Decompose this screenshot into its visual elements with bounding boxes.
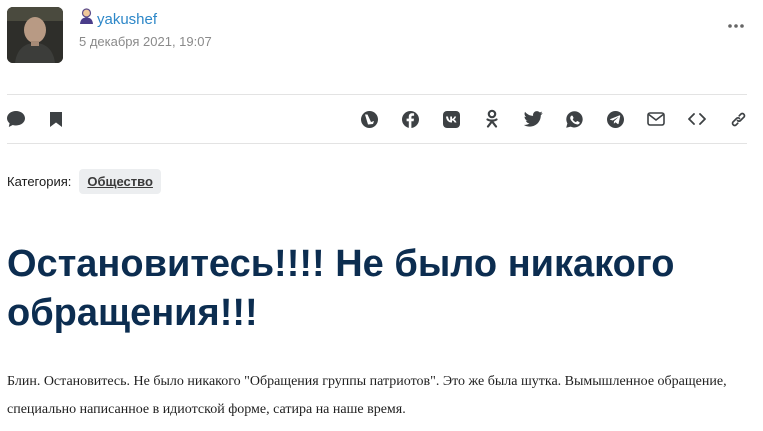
share-email-button[interactable] — [645, 108, 667, 130]
author-name[interactable]: yakushef — [97, 11, 157, 28]
bookmark-button[interactable] — [45, 108, 67, 130]
more-options-button[interactable] — [726, 14, 746, 34]
facebook-icon — [401, 110, 419, 128]
telegram-icon — [606, 110, 624, 128]
action-toolbar — [0, 100, 763, 138]
user-icon — [79, 8, 94, 30]
share-whatsapp-button[interactable] — [563, 108, 585, 130]
post-header: yakushef 5 декабря 2021, 19:07 — [0, 0, 763, 70]
comment-button[interactable] — [5, 108, 27, 130]
share-telegram-button[interactable] — [604, 108, 626, 130]
embed-button[interactable] — [686, 108, 708, 130]
post-body: Блин. Остановитесь. Не было никакого "Об… — [7, 374, 727, 417]
email-icon — [647, 112, 665, 126]
post-title: Остановитесь!!!! Не было никакого обраще… — [7, 243, 675, 334]
whatsapp-icon — [565, 110, 583, 128]
post-date: 5 декабря 2021, 19:07 — [79, 34, 212, 49]
category-label: Категория: — [7, 173, 72, 189]
share-vk-button[interactable] — [440, 108, 462, 130]
vk-icon — [442, 110, 460, 128]
avatar[interactable] — [7, 7, 63, 63]
author[interactable]: yakushef — [79, 8, 157, 30]
category-link[interactable]: Общество — [79, 168, 161, 194]
copy-link-button[interactable] — [727, 108, 749, 130]
top-divider — [7, 94, 747, 95]
category-row: Категория: Общество — [7, 168, 161, 194]
share-livejournal-button[interactable] — [358, 108, 380, 130]
share-odnoklassniki-button[interactable] — [481, 108, 503, 130]
livejournal-icon — [360, 110, 378, 128]
embed-icon — [688, 113, 706, 125]
link-icon — [731, 112, 745, 126]
twitter-icon — [523, 111, 543, 127]
bookmark-icon — [50, 111, 62, 127]
comment-icon — [7, 111, 25, 127]
more-dots-icon — [728, 15, 744, 33]
share-twitter-button[interactable] — [522, 108, 544, 130]
share-facebook-button[interactable] — [399, 108, 421, 130]
toolbar-divider — [7, 143, 747, 144]
odnoklassniki-icon — [486, 109, 498, 128]
